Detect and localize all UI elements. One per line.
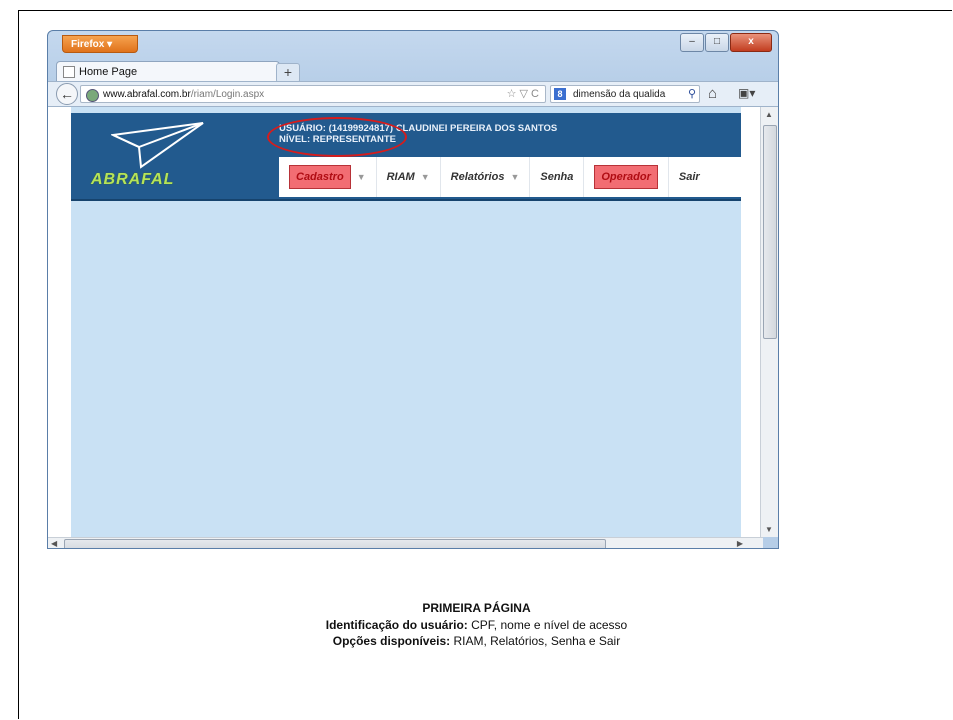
vertical-scrollbar[interactable]: ▲ ▼	[760, 107, 778, 537]
scroll-up-icon[interactable]: ▲	[765, 110, 773, 119]
menu-label-senha: Senha	[540, 171, 574, 183]
horizontal-scroll-thumb[interactable]	[64, 539, 606, 548]
annotation-ellipse	[267, 117, 407, 157]
menu-label-riam: RIAM	[386, 171, 415, 183]
maximize-button[interactable]: □	[705, 33, 729, 52]
globe-icon	[86, 89, 99, 102]
caption-line-identification: Identificação do usuário: CPF, nome e ní…	[0, 617, 953, 633]
caption-title-text: PRIMEIRA PÁGINA	[422, 601, 531, 615]
site-logo-text: ABRAFAL	[91, 171, 175, 188]
search-bar[interactable]: 8 dimensão da qualida ⚲	[550, 85, 700, 103]
menu-item-riam[interactable]: RIAM ▼	[377, 157, 441, 197]
star-reload-icons[interactable]: ☆ ▽ C	[507, 86, 539, 103]
tab-title: Home Page	[79, 66, 138, 78]
new-tab-button[interactable]: +	[276, 63, 300, 83]
address-bar[interactable]: www.abrafal.com.br/riam/Login.aspx ☆ ▽ C	[80, 85, 546, 103]
url-path: /riam/Login.aspx	[190, 89, 265, 100]
browser-window: Firefox ▾ – □ x Home Page + ← www.abrafa…	[47, 30, 779, 549]
menu-item-cadastro[interactable]: Cadastro ▼	[279, 157, 377, 197]
close-button[interactable]: x	[730, 33, 772, 52]
bookmarks-icon[interactable]: ▣▾	[738, 86, 755, 100]
magnifier-icon[interactable]: ⚲	[688, 86, 696, 102]
chevron-down-icon: ▼	[356, 172, 366, 182]
horizontal-scrollbar[interactable]: ◀ ▶	[48, 537, 763, 548]
caption-title: PRIMEIRA PÁGINA	[0, 600, 953, 616]
caption-line2-label: Opções disponíveis:	[332, 634, 451, 648]
caption-line1-text: CPF, nome e nível de acesso	[467, 618, 628, 632]
chevron-down-icon: ▼	[510, 172, 520, 182]
menu-item-senha[interactable]: Senha	[530, 157, 585, 197]
menu-label-relatorios: Relatórios	[450, 171, 505, 183]
home-icon[interactable]: ⌂	[708, 85, 717, 102]
scroll-down-icon[interactable]: ▼	[765, 525, 773, 534]
back-arrow-icon[interactable]: ←	[56, 83, 78, 105]
firefox-menu-button[interactable]: Firefox ▾	[62, 35, 138, 53]
menu-label-sair: Sair	[678, 171, 700, 183]
menu-label-cadastro: Cadastro	[289, 165, 351, 189]
url-host: www.abrafal.com.br	[103, 89, 191, 100]
menu-item-relatorios[interactable]: Relatórios ▼	[441, 157, 531, 197]
main-menu: Cadastro ▼ RIAM ▼ Relatórios ▼ Senha Operad…	[279, 157, 741, 197]
scroll-left-icon[interactable]: ◀	[51, 539, 57, 548]
menu-label-operador: Operador	[594, 165, 658, 189]
search-engine-icon[interactable]: 8	[554, 88, 566, 100]
firefox-menu-label: Firefox	[71, 39, 105, 50]
navigation-toolbar: ← www.abrafal.com.br/riam/Login.aspx ☆ ▽…	[48, 81, 778, 107]
caption-line-options: Opções disponíveis: RIAM, Relatórios, Se…	[0, 633, 953, 649]
menu-item-sair[interactable]: Sair	[669, 157, 710, 197]
chevron-down-icon: ▼	[420, 172, 430, 182]
paper-plane-logo-icon	[111, 122, 204, 169]
scroll-right-icon[interactable]: ▶	[737, 539, 743, 548]
caption-line1-label: Identificação do usuário:	[325, 618, 468, 632]
minimize-button[interactable]: –	[680, 33, 704, 52]
search-text: dimensão da qualida	[573, 89, 666, 100]
tab-home-page[interactable]: Home Page	[56, 61, 280, 81]
menu-item-operador[interactable]: Operador	[584, 157, 669, 197]
caption-line2-text: RIAM, Relatórios, Senha e Sair	[450, 634, 621, 648]
vertical-scroll-thumb[interactable]	[763, 125, 777, 339]
page-viewport: ABRAFAL USUÁRIO: (14199924817) CLAUDINEI…	[48, 107, 763, 537]
site-header: ABRAFAL USUÁRIO: (14199924817) CLAUDINEI…	[71, 113, 741, 201]
page-icon	[63, 66, 75, 78]
window-controls: – □ x	[680, 33, 772, 52]
